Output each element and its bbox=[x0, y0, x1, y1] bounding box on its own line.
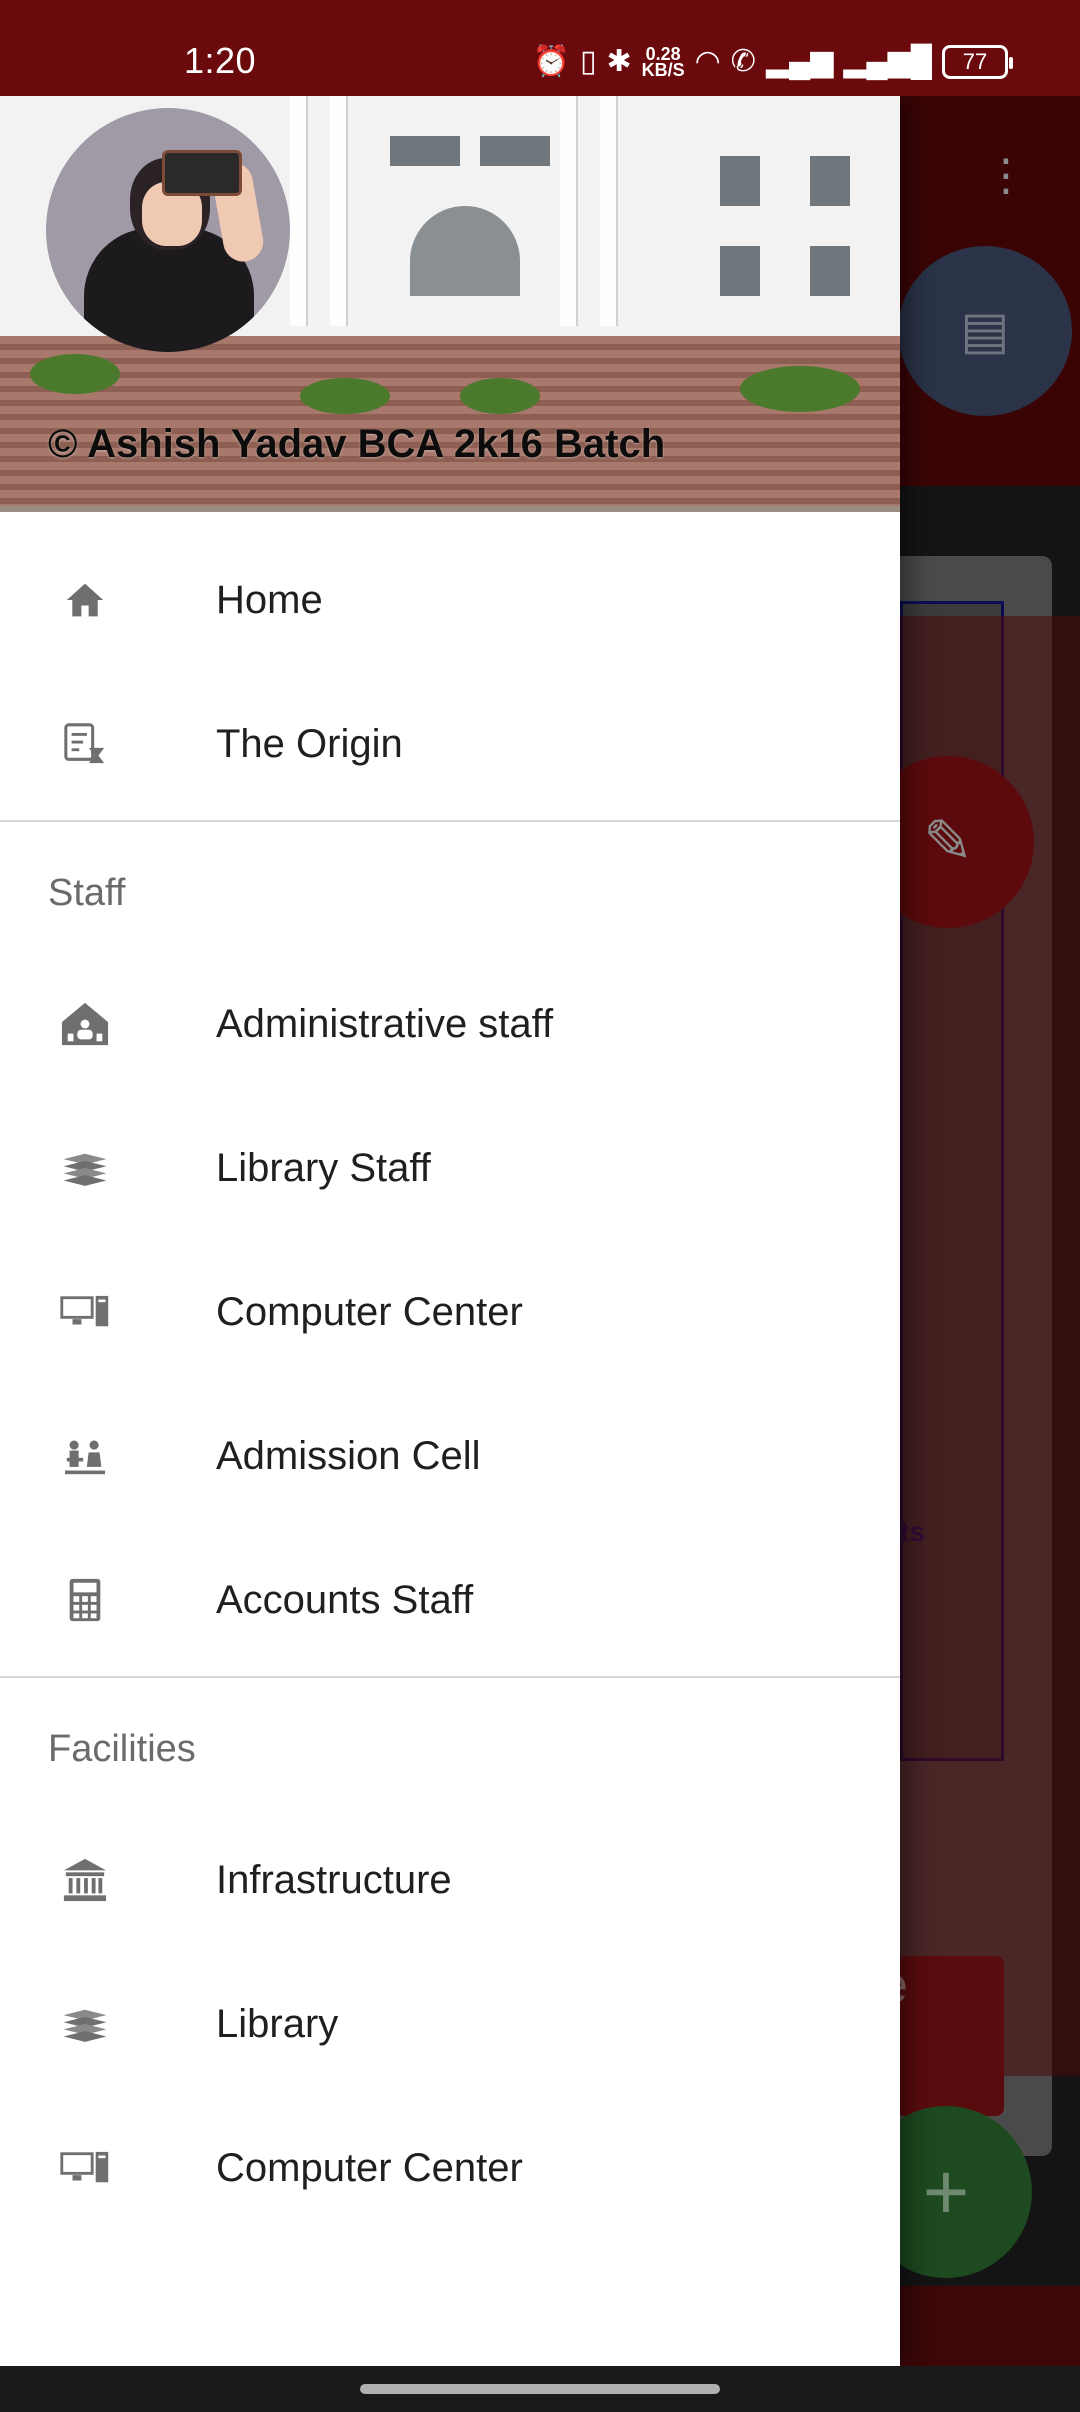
status-icons: ⏰ ▯ ✱ 0.28 KB/S ◠ ✆ ▂▄▆ ▂▄▆█ 77 bbox=[532, 43, 1013, 80]
menu-item-library[interactable]: Library bbox=[0, 1952, 900, 2096]
document-history-icon bbox=[60, 719, 110, 769]
wifi-icon: ◠ bbox=[694, 45, 721, 78]
menu-item-label: Home bbox=[216, 577, 323, 622]
institution-icon bbox=[60, 1855, 110, 1905]
home-icon bbox=[60, 575, 110, 625]
vibrate-icon: ▯ bbox=[579, 45, 597, 78]
status-bar: 1:20 ⏰ ▯ ✱ 0.28 KB/S ◠ ✆ ▂▄▆ ▂▄▆█ 77 bbox=[0, 0, 1080, 96]
desktop-computer-icon bbox=[60, 1287, 110, 1337]
section-title-staff: Staff bbox=[48, 872, 126, 914]
menu-item-computer-center-facility[interactable]: Computer Center bbox=[0, 2096, 900, 2240]
avatar bbox=[46, 108, 290, 352]
menu-item-label: Library Staff bbox=[216, 1145, 431, 1190]
header-window bbox=[390, 136, 460, 166]
books-icon bbox=[60, 1999, 110, 2049]
header-column bbox=[600, 96, 616, 326]
header-window bbox=[810, 246, 850, 296]
bluetooth-icon: ✱ bbox=[606, 45, 632, 78]
call-icon: ✆ bbox=[730, 45, 756, 78]
calculator-icon bbox=[60, 1575, 110, 1625]
screen: 1:20 ⏰ ▯ ✱ 0.28 KB/S ◠ ✆ ▂▄▆ ▂▄▆█ 77 ⋮ ▤… bbox=[0, 0, 1080, 2412]
header-column bbox=[560, 96, 576, 326]
alarm-icon: ⏰ bbox=[532, 45, 570, 78]
battery-indicator: 77 bbox=[942, 44, 1013, 79]
menu-item-label: Accounts Staff bbox=[216, 1577, 474, 1622]
header-bush bbox=[460, 378, 540, 414]
menu-item-label: The Origin bbox=[216, 721, 403, 766]
menu-item-accounts-staff[interactable]: Accounts Staff bbox=[0, 1528, 900, 1672]
header-column bbox=[330, 96, 346, 326]
admission-people-icon bbox=[60, 1431, 110, 1481]
header-steps bbox=[0, 336, 900, 506]
header-window bbox=[720, 246, 760, 296]
menu-item-infrastructure[interactable]: Infrastructure bbox=[0, 1808, 900, 1952]
section-title-facilities: Facilities bbox=[48, 1728, 196, 1770]
drawer-header: © Ashish Yadav BCA 2k16 Batch bbox=[0, 96, 900, 512]
desktop-computer-icon bbox=[60, 2143, 110, 2193]
signal-icon: ▂▄▆ bbox=[765, 45, 834, 78]
status-time: 1:20 bbox=[184, 40, 257, 81]
menu-item-label: Computer Center bbox=[216, 1289, 523, 1334]
navigation-drawer: © Ashish Yadav BCA 2k16 Batch Home The O… bbox=[0, 96, 900, 2366]
menu-item-label: Infrastructure bbox=[216, 1857, 452, 1902]
menu-item-label: Administrative staff bbox=[216, 1001, 554, 1046]
header-bush bbox=[300, 378, 390, 414]
home-gesture-handle[interactable] bbox=[360, 2384, 720, 2394]
books-icon bbox=[60, 1143, 110, 1193]
header-window bbox=[720, 156, 760, 206]
header-bush bbox=[30, 354, 120, 394]
menu-item-label: Admission Cell bbox=[216, 1433, 481, 1478]
network-speed: 0.28 KB/S bbox=[641, 43, 685, 80]
header-column bbox=[290, 96, 306, 326]
menu-item-admission-cell[interactable]: Admission Cell bbox=[0, 1384, 900, 1528]
system-nav-bar bbox=[0, 2366, 1080, 2412]
menu-item-label: Library bbox=[216, 2001, 339, 2046]
menu-item-label: Computer Center bbox=[216, 2145, 523, 2190]
signal-icon-2: ▂▄▆█ bbox=[843, 45, 932, 78]
more-options-icon: ⋮ bbox=[984, 151, 1028, 200]
header-bush bbox=[740, 366, 860, 412]
menu-item-administrative-staff[interactable]: Administrative staff bbox=[0, 952, 900, 1096]
header-window bbox=[480, 136, 550, 166]
drawer-menu: Home The Origin Staff Administrative sta… bbox=[0, 512, 900, 2240]
menu-item-computer-center[interactable]: Computer Center bbox=[0, 1240, 900, 1384]
menu-item-home[interactable]: Home bbox=[0, 528, 900, 672]
menu-item-the-origin[interactable]: The Origin bbox=[0, 672, 900, 816]
office-building-icon bbox=[60, 999, 110, 1049]
header-window bbox=[810, 156, 850, 206]
header-caption: © Ashish Yadav BCA 2k16 Batch bbox=[48, 422, 666, 466]
news-button: ▤ bbox=[898, 246, 1072, 416]
menu-item-library-staff[interactable]: Library Staff bbox=[0, 1096, 900, 1240]
